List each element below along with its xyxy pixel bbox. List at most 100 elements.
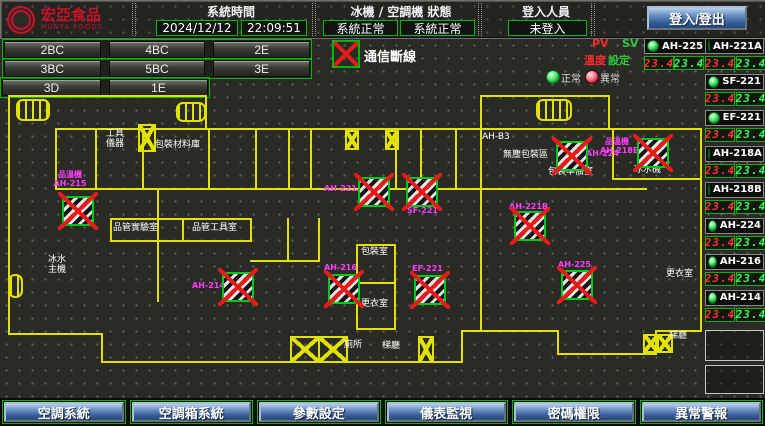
map-room-label: 更衣室 <box>361 299 388 309</box>
elevator-x-icon <box>643 334 659 353</box>
map-wall <box>110 218 112 242</box>
nav-button-password-auth[interactable]: 密碼權限 <box>514 402 634 422</box>
map-wall <box>557 353 657 355</box>
unit-header[interactable]: EF-221 <box>705 110 764 126</box>
unit-name: AH-224 <box>720 220 761 231</box>
elevator-x-icon <box>345 130 359 150</box>
unit-sv-value: 23.4 <box>736 164 765 178</box>
floor-button-4bc[interactable]: 4BC <box>109 41 206 58</box>
floor-button-1e[interactable]: 1E <box>109 79 208 96</box>
stairs-icon <box>8 274 23 298</box>
unit-sv-value: 23.4 <box>736 308 765 322</box>
unit-header[interactable]: AH-221A <box>705 38 764 54</box>
comm-loss-icon <box>332 40 360 68</box>
map-unit-icon[interactable] <box>514 211 546 241</box>
map-unit-icon[interactable] <box>222 272 254 302</box>
unit-header[interactable]: AH-218B <box>705 182 764 198</box>
brand-logo: 宏亞食品 HUNYA FOODS <box>7 4 129 35</box>
map-wall <box>480 190 482 330</box>
nav-button-ahu-system[interactable]: 空調箱系統 <box>132 402 252 422</box>
elevator-x-icon <box>657 334 673 353</box>
map-unit-icon[interactable] <box>561 270 593 300</box>
map-wall <box>655 330 702 332</box>
login-label: 登入人員 <box>501 3 591 20</box>
map-unit-label: EF-221 <box>412 264 443 273</box>
unit-status-lamp-icon <box>708 292 717 304</box>
map-wall <box>356 328 396 330</box>
map-wall <box>250 260 320 262</box>
map-wall <box>480 128 482 190</box>
map-wall <box>55 188 647 190</box>
map-unit-icon[interactable] <box>328 274 360 304</box>
brand-name: 宏亞食品 <box>41 8 103 23</box>
elevator-x-icon <box>418 336 434 363</box>
map-unit-icon[interactable] <box>406 177 438 207</box>
map-wall <box>95 128 97 190</box>
map-wall <box>318 218 320 262</box>
logo-icon <box>7 6 35 34</box>
map-wall <box>288 128 290 190</box>
unit-pv-value: 23.4 <box>705 164 735 178</box>
map-wall <box>700 128 702 332</box>
map-wall <box>55 128 702 130</box>
unit-header[interactable]: AH-218A <box>705 146 764 162</box>
map-room-label: 品管實驗室 <box>113 223 158 233</box>
map-wall <box>250 218 252 242</box>
unit-sv-value: 23.4 <box>736 128 765 142</box>
map-room-label: 包裝室 <box>361 247 388 257</box>
unit-header[interactable]: AH-214 <box>705 290 764 306</box>
map-room-label: 包裝材料庫 <box>155 140 200 150</box>
map-unit-label: 品溫機AH-218B <box>600 137 634 155</box>
unit-header[interactable]: AH-224 <box>705 218 764 234</box>
map-unit-icon[interactable] <box>62 196 94 226</box>
map-wall <box>557 330 559 355</box>
nav-button-parameter-settings[interactable]: 參數設定 <box>259 402 379 422</box>
floor-button-3e[interactable]: 3E <box>213 60 310 77</box>
map-wall <box>356 244 396 246</box>
map-wall <box>142 128 144 190</box>
floor-button-row-2: 3BC 5BC 3E <box>2 58 312 79</box>
elevator-x-icon <box>138 124 156 152</box>
map-unit-icon[interactable] <box>358 177 390 207</box>
unit-pv-value: 23.4 <box>644 56 674 70</box>
unit-status-lamp-icon <box>708 148 710 160</box>
floor-button-row-1: 2BC 4BC 2E <box>2 39 312 60</box>
map-wall <box>101 333 103 363</box>
ahu-status-value: 系統正常 <box>400 20 475 36</box>
unit-pv-value: 23.4 <box>705 56 735 70</box>
map-wall <box>455 128 457 190</box>
map-wall <box>356 282 396 284</box>
header-separator <box>132 3 136 36</box>
unit-header-ah-225[interactable]: AH-225 <box>644 38 708 54</box>
map-unit-label: 品溫機AH-215 <box>48 170 92 188</box>
unit-header[interactable]: SF-221 <box>705 74 764 90</box>
map-wall <box>110 218 252 220</box>
map-wall <box>8 333 103 335</box>
unit-name: EF-221 <box>723 112 761 123</box>
map-unit-icon[interactable] <box>637 138 669 168</box>
map-wall <box>394 244 396 330</box>
map-room-label: AH-B3 <box>482 132 510 142</box>
header-separator <box>478 3 482 36</box>
nav-button-meter-monitor[interactable]: 儀表監視 <box>387 402 507 422</box>
map-unit-icon[interactable] <box>414 275 446 305</box>
login-user-value: 未登入 <box>508 20 587 36</box>
unit-name: AH-218B <box>713 184 762 195</box>
map-wall <box>461 330 559 332</box>
floor-button-2e[interactable]: 2E <box>213 41 310 58</box>
floor-button-2bc[interactable]: 2BC <box>4 41 101 58</box>
map-room-label: 無塵包裝區 <box>503 150 548 160</box>
login-logout-button[interactable]: 登入/登出 <box>647 6 747 30</box>
nav-button-ac-system[interactable]: 空調系統 <box>4 402 124 422</box>
map-unit-icon[interactable] <box>556 141 588 171</box>
unit-header[interactable]: AH-216 <box>705 254 764 270</box>
floor-button-3d[interactable]: 3D <box>2 79 101 96</box>
floor-button-5bc[interactable]: 5BC <box>109 60 206 77</box>
nav-button-alarm[interactable]: 異常警報 <box>642 402 762 422</box>
floor-button-3bc[interactable]: 3BC <box>4 60 101 77</box>
chiller-status-value: 系統正常 <box>323 20 398 36</box>
unit-pv-value: 23.4 <box>705 272 735 286</box>
map-wall <box>182 218 184 242</box>
map-unit-label: SF-221 <box>407 206 438 215</box>
header-separator <box>312 3 316 36</box>
